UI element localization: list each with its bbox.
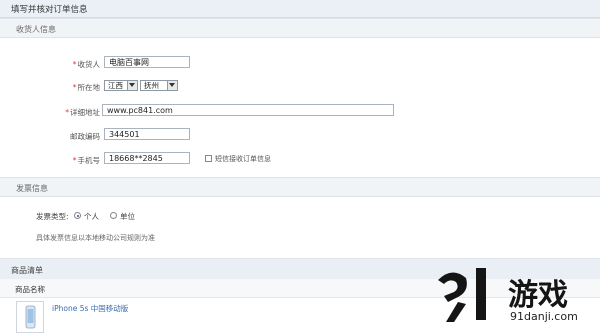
mobile-input[interactable]: 18668**2845 [104,152,190,164]
sms-notify-checkbox[interactable] [205,155,212,162]
recipient-input[interactable]: 电脑百事网 [104,56,190,68]
watermark-site: 91danji.com [510,310,578,323]
mobile-label: *手机号 [72,156,100,165]
city-select[interactable]: 抚州 [140,80,178,91]
required-mark: * [65,108,69,117]
address-label: *详细地址 [65,108,100,117]
postcode-label: 邮政编码 [70,132,100,141]
required-mark: * [72,60,77,69]
required-mark: * [72,156,77,165]
invoice-personal-label: 个人 [84,212,99,221]
invoice-company-radio[interactable] [110,212,117,219]
column-header-product-name: 商品名称 [15,285,45,294]
products-section-title: 商品清单 [11,266,43,275]
page-title-bar: 填写并核对订单信息 [0,0,600,18]
invoice-section-title: 发票信息 [16,184,48,193]
invoice-company-label: 单位 [120,212,135,221]
invoice-personal-radio[interactable] [74,212,81,219]
recipient-label: *收货人 [72,60,100,69]
address-input[interactable]: www.pc841.com [102,104,394,116]
province-select[interactable]: 江西 [104,80,138,91]
chevron-down-icon [167,81,177,90]
invoice-section-header: 发票信息 [0,177,600,197]
product-name-link[interactable]: iPhone 5s 中国移动版 [52,303,128,314]
sms-notify-label: 短信接收订单信息 [215,155,271,163]
consignee-section-title: 收货人信息 [16,25,56,34]
watermark: 游戏 91danji.com [430,262,600,330]
product-thumbnail[interactable] [16,301,44,333]
postcode-input[interactable]: 344501 [104,128,190,140]
location-label: *所在地 [72,83,100,92]
chevron-down-icon [127,81,137,90]
required-mark: * [72,83,77,92]
consignee-section-header: 收货人信息 [0,18,600,38]
page-title: 填写并核对订单信息 [11,5,88,15]
province-value: 江西 [108,81,123,90]
city-value: 抚州 [144,81,159,90]
invoice-note: 具体发票信息以本地移动公司规则为准 [36,234,155,242]
watermark-brand: 游戏 [508,278,568,313]
invoice-type-label: 发票类型: [36,212,69,221]
